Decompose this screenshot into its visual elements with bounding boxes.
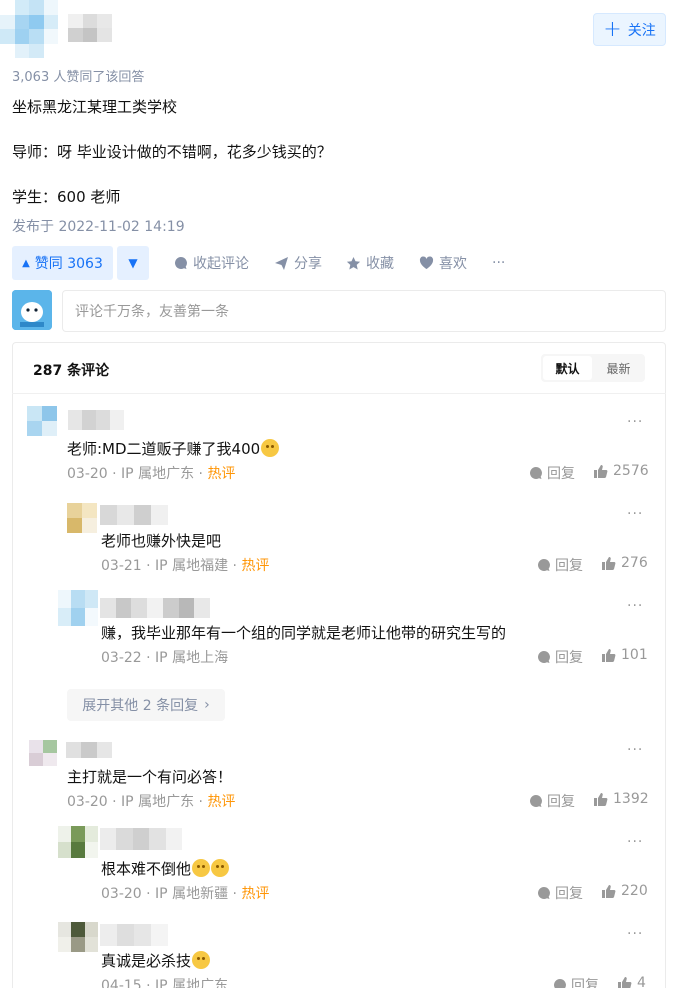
commenter-name[interactable] [68, 410, 124, 430]
vote-summary: 3,063 人赞同了该回答 [12, 70, 145, 85]
like-label: 喜欢 [439, 256, 467, 272]
collapse-comments-label: 收起评论 [193, 256, 249, 272]
commenter-avatar[interactable] [27, 406, 57, 436]
comment-like-button[interactable]: 220 [601, 883, 648, 899]
share-button[interactable]: 分享 [274, 254, 322, 272]
relieved-emoji-icon [192, 951, 211, 969]
follow-button[interactable]: + 关注 [593, 13, 666, 46]
commenter-name[interactable] [100, 598, 210, 618]
comment-more-button[interactable]: ··· [627, 926, 643, 942]
commenter-avatar[interactable] [67, 503, 97, 533]
star-icon [346, 256, 361, 269]
reply-button[interactable]: 回复 [537, 883, 583, 903]
comment-icon [538, 887, 550, 899]
comment-sort-toggle: 默认 最新 [541, 354, 645, 382]
comment-icon [554, 979, 566, 988]
thumbs-up-icon [594, 464, 608, 478]
comment-text: 根本难不倒他 [101, 858, 230, 879]
comment-text: 老师也赚外快是吧 [101, 532, 222, 550]
commenter-name[interactable] [100, 505, 168, 525]
comment-icon [530, 795, 542, 807]
author-avatar[interactable] [0, 0, 58, 58]
comment-more-button[interactable]: ··· [627, 834, 643, 850]
commenter-name[interactable] [100, 924, 168, 946]
commenter-avatar[interactable] [58, 922, 98, 952]
reply-button[interactable]: 回复 [537, 647, 583, 667]
follow-label: 关注 [627, 22, 656, 39]
thumbs-up-icon [618, 976, 632, 988]
sort-default-tab[interactable]: 默认 [543, 356, 592, 380]
thumbs-up-icon [602, 648, 616, 662]
divider [12, 393, 666, 394]
thinking-emoji-icon [261, 439, 280, 457]
answer-line: 坐标黑龙江某理工类学校 [12, 98, 178, 116]
reply-button[interactable]: 回复 [529, 463, 575, 483]
comment-input-placeholder: 评论千万条，友善第一条 [75, 304, 229, 320]
comment-meta: 03-20 · IP 属地广东 · 热评 [67, 794, 236, 810]
collapse-comments-button[interactable]: 收起评论 [174, 254, 249, 272]
more-icon: ··· [492, 255, 506, 271]
reply-button[interactable]: 回复 [537, 555, 583, 575]
comment-more-button[interactable]: ··· [627, 742, 643, 758]
vote-up-label: 赞同 3063 [34, 256, 103, 272]
comment-meta: 03-20 · IP 属地广东 · 热评 [67, 466, 236, 482]
vote-down-button[interactable]: ▼ [117, 246, 149, 280]
money-face-emoji-icon [192, 859, 211, 877]
money-face-emoji-icon [211, 859, 230, 877]
comment-icon [538, 559, 550, 571]
thumbs-up-icon [602, 556, 616, 570]
comment-text: 主打就是一个有问必答！ [67, 768, 233, 786]
comment-like-button[interactable]: 4 [617, 975, 646, 988]
comment-like-button[interactable]: 2576 [593, 463, 649, 479]
commenter-avatar[interactable] [58, 590, 98, 626]
commenter-name[interactable] [66, 742, 112, 758]
answer-line: 导师：呀 毕业设计做的不错啊，花多少钱买的？ [12, 143, 332, 161]
comment-text: 赚，我毕业那年有一个组的同学就是老师让他带的研究生写的 [101, 624, 507, 642]
commenter-avatar[interactable] [58, 826, 98, 858]
comment-input[interactable]: 评论千万条，友善第一条 [62, 290, 666, 332]
comment-more-button[interactable]: ··· [627, 506, 643, 522]
comment-meta: 03-20 · IP 属地新疆 · 热评 [101, 886, 270, 902]
comment-icon [175, 257, 187, 269]
heart-icon [419, 256, 434, 269]
comment-more-button[interactable]: ··· [627, 598, 643, 614]
commenter-name[interactable] [100, 828, 182, 850]
comment-text: 真诚是必杀技 [101, 950, 211, 971]
comment-count: 287 条评论 [33, 363, 110, 379]
reply-button[interactable]: 回复 [553, 975, 599, 988]
comment-like-button[interactable]: 1392 [593, 791, 649, 807]
comment-like-button[interactable]: 276 [601, 555, 648, 571]
triangle-up-icon: ▲ [22, 257, 30, 269]
more-actions-button[interactable]: ··· [492, 254, 505, 272]
commenter-avatar[interactable] [29, 740, 57, 766]
publish-time: 发布于 2022-11-02 14:19 [12, 219, 185, 235]
thumbs-up-icon [594, 792, 608, 806]
favorite-button[interactable]: 收藏 [346, 254, 394, 272]
share-icon [275, 256, 288, 270]
triangle-down-icon: ▼ [128, 256, 138, 270]
chevron-right-icon: › [204, 697, 210, 713]
thumbs-up-icon [602, 884, 616, 898]
author-name[interactable] [68, 14, 112, 42]
favorite-label: 收藏 [366, 256, 394, 272]
comment-like-button[interactable]: 101 [601, 647, 648, 663]
comment-text: 老师:MD二道贩子赚了我400 [67, 438, 280, 459]
comment-meta: 03-22 · IP 属地上海 [101, 650, 229, 666]
like-button[interactable]: 喜欢 [419, 254, 467, 272]
comment-icon [538, 651, 550, 663]
reply-button[interactable]: 回复 [529, 791, 575, 811]
share-label: 分享 [294, 256, 322, 272]
plus-icon: + [603, 16, 622, 42]
comment-meta: 03-21 · IP 属地福建 · 热评 [101, 558, 270, 574]
answer-line: 学生：600 老师 [12, 188, 121, 206]
comment-icon [530, 467, 542, 479]
sort-latest-tab[interactable]: 最新 [594, 356, 643, 380]
vote-up-button[interactable]: ▲ 赞同 3063 [12, 246, 113, 280]
expand-replies-button[interactable]: 展开其他 2 条回复 › [67, 689, 225, 721]
comment-more-button[interactable]: ··· [627, 414, 643, 430]
comment-meta: 04-15 · IP 属地广东 [101, 978, 229, 988]
current-user-avatar [12, 290, 52, 330]
